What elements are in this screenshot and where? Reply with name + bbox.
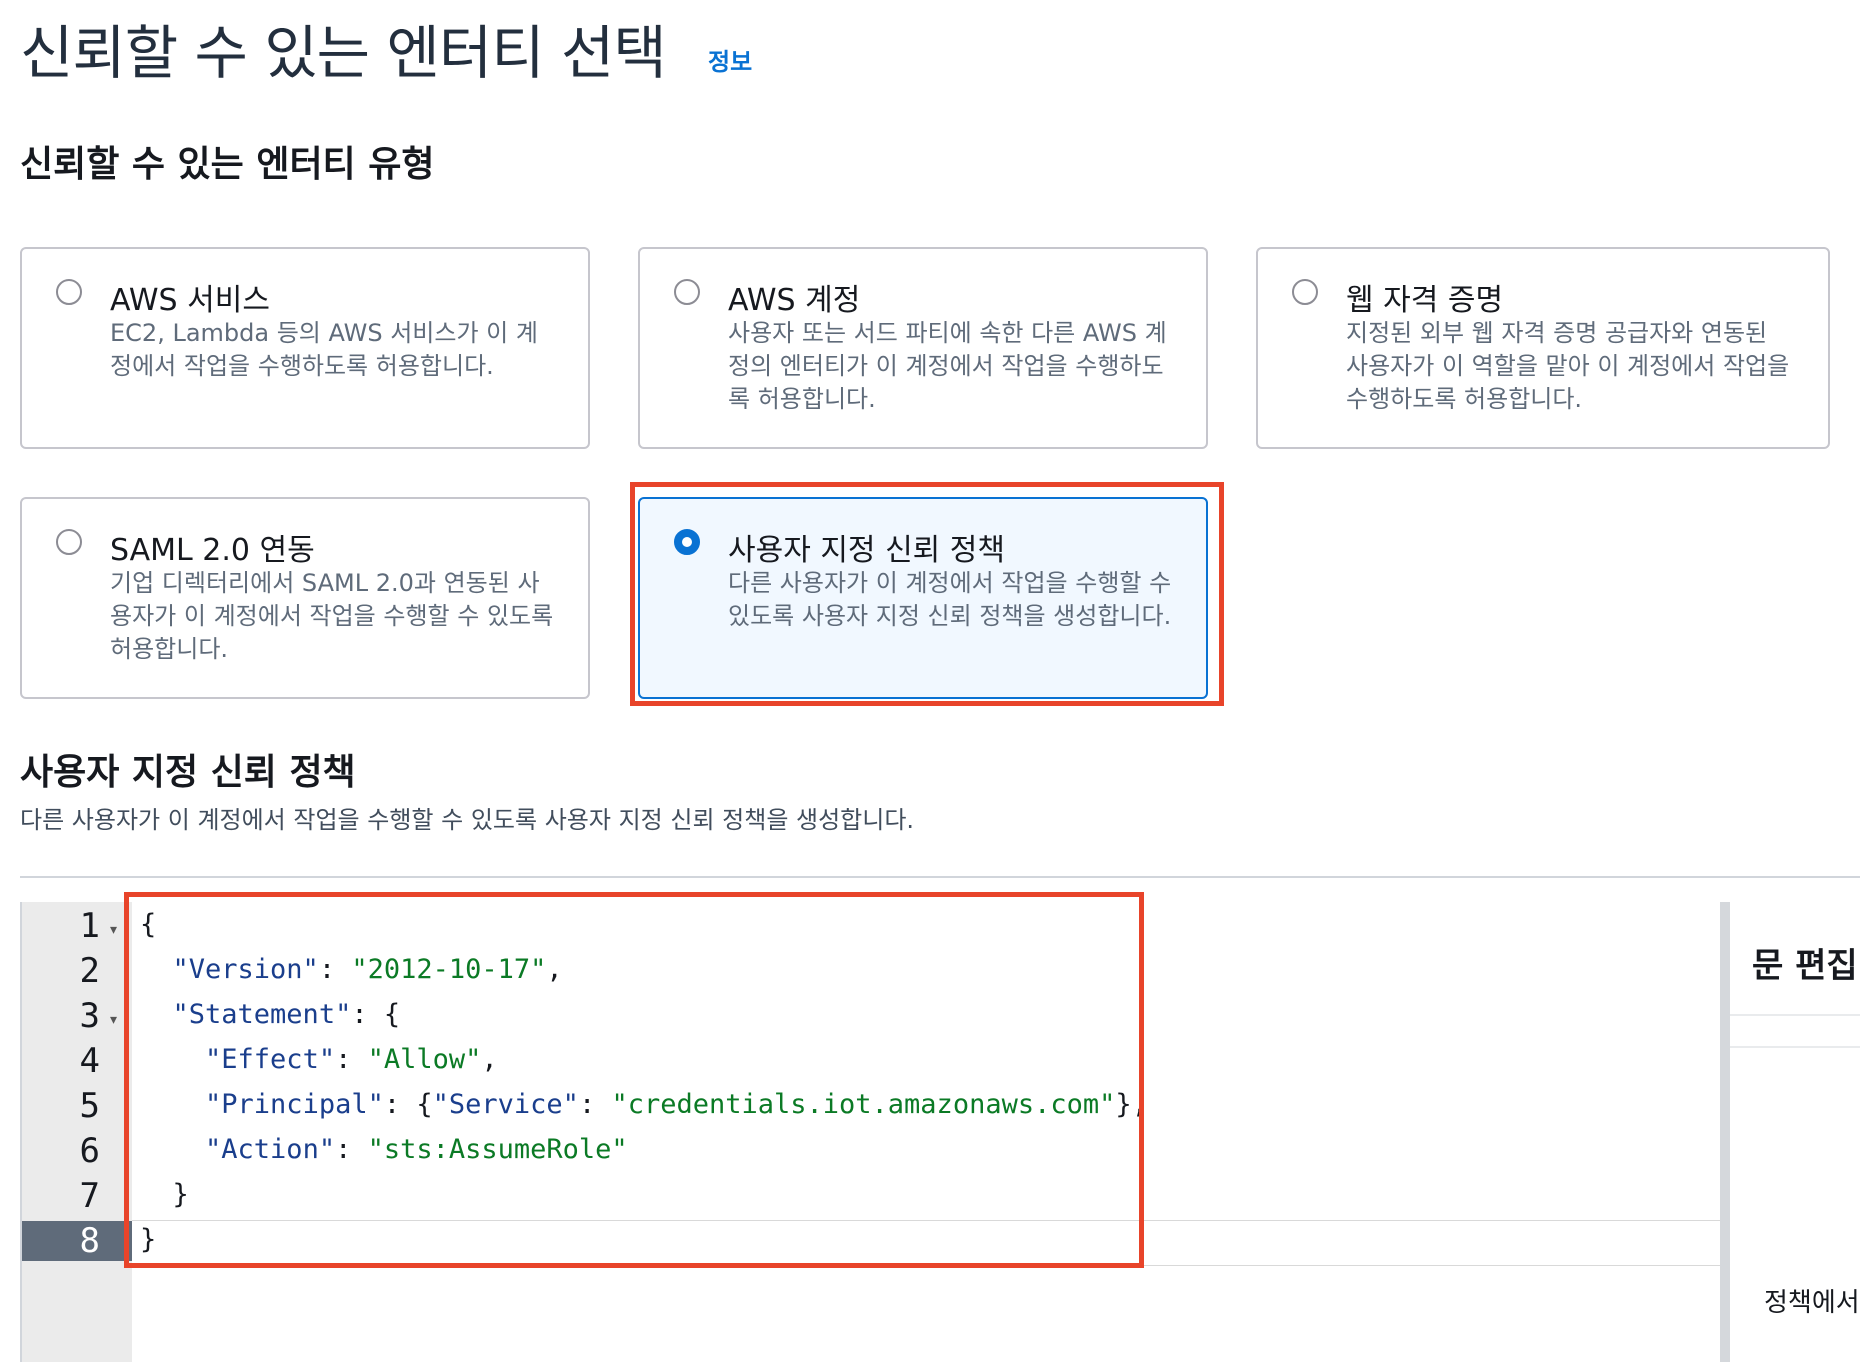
- radio-button[interactable]: [56, 279, 82, 305]
- option-description: 지정된 외부 웹 자격 증명 공급자와 연동된 사용자가 이 역할을 맡아 이 …: [1346, 319, 1790, 413]
- line-number-active: 8: [22, 1221, 132, 1261]
- line-number-gutter: 1 ▾ 2 3 ▾ 4 5 6 7 8: [22, 902, 132, 1362]
- option-custom-trust-policy[interactable]: 사용자 지정 신뢰 정책 다른 사용자가 이 계정에서 작업을 수행할 수 있도…: [638, 497, 1208, 699]
- policy-code-editor[interactable]: 1 ▾ 2 3 ▾ 4 5 6 7 8 { "Version": "2012-1…: [20, 902, 1722, 1362]
- code-line[interactable]: "Action": "sts:AssumeRole": [140, 1134, 628, 1165]
- line-number: 6: [79, 1131, 100, 1171]
- option-label: 사용자 지정 신뢰 정책: [728, 533, 1006, 568]
- divider: [20, 876, 1860, 878]
- code-line[interactable]: "Principal": {"Service": "credentials.io…: [140, 1089, 1148, 1120]
- line-number: 7: [79, 1176, 100, 1216]
- code-line[interactable]: "Statement": {: [140, 999, 401, 1030]
- custom-policy-description: 다른 사용자가 이 계정에서 작업을 수행할 수 있도록 사용자 지정 신뢰 정…: [20, 806, 915, 834]
- line-number: 1: [79, 906, 100, 946]
- divider: [1730, 1046, 1860, 1048]
- code-line[interactable]: "Version": "2012-10-17",: [140, 954, 563, 985]
- code-line[interactable]: "Effect": "Allow",: [140, 1044, 498, 1075]
- radio-button[interactable]: [1292, 279, 1318, 305]
- radio-button-selected[interactable]: [674, 529, 700, 555]
- custom-policy-heading: 사용자 지정 신뢰 정책: [20, 752, 356, 793]
- line-number: 3: [79, 996, 100, 1036]
- option-description: 다른 사용자가 이 계정에서 작업을 수행할 수 있도록 사용자 지정 신뢰 정…: [728, 569, 1172, 630]
- option-label: 웹 자격 증명: [1346, 283, 1504, 318]
- radio-button[interactable]: [674, 279, 700, 305]
- option-label: SAML 2.0 연동: [110, 533, 315, 568]
- option-saml-federation[interactable]: SAML 2.0 연동 기업 디렉터리에서 SAML 2.0과 연동된 사용자가…: [20, 497, 590, 699]
- page-title: 신뢰할 수 있는 엔터티 선택: [20, 19, 667, 87]
- option-label: AWS 서비스: [110, 283, 270, 318]
- option-aws-account[interactable]: AWS 계정 사용자 또는 서드 파티에 속한 다른 AWS 계정의 엔터티가 …: [638, 247, 1208, 449]
- code-line[interactable]: }: [140, 1224, 156, 1255]
- side-panel-note: 정책에서: [1764, 1288, 1860, 1318]
- radio-button[interactable]: [56, 529, 82, 555]
- option-web-identity[interactable]: 웹 자격 증명 지정된 외부 웹 자격 증명 공급자와 연동된 사용자가 이 역…: [1256, 247, 1830, 449]
- code-line[interactable]: {: [140, 909, 156, 940]
- fold-arrow-icon[interactable]: ▾: [110, 1012, 117, 1028]
- option-label: AWS 계정: [728, 283, 861, 318]
- fold-arrow-icon[interactable]: ▾: [110, 922, 117, 938]
- option-description: EC2, Lambda 등의 AWS 서비스가 이 계정에서 작업을 수행하도록…: [110, 319, 538, 380]
- info-link[interactable]: 정보: [708, 42, 752, 77]
- option-aws-service[interactable]: AWS 서비스 EC2, Lambda 등의 AWS 서비스가 이 계정에서 작…: [20, 247, 590, 449]
- divider: [1730, 1014, 1860, 1016]
- option-description: 사용자 또는 서드 파티에 속한 다른 AWS 계정의 엔터티가 이 계정에서 …: [728, 319, 1167, 413]
- option-description: 기업 디렉터리에서 SAML 2.0과 연동된 사용자가 이 계정에서 작업을 …: [110, 569, 554, 663]
- side-panel-heading: 문 편집: [1752, 946, 1858, 986]
- line-number: 4: [79, 1041, 100, 1081]
- entity-type-heading: 신뢰할 수 있는 엔터티 유형: [20, 144, 435, 185]
- active-line-highlight: [132, 1220, 1722, 1266]
- statement-editor-panel: 문 편집 정책에서: [1720, 902, 1860, 1362]
- line-number: 2: [79, 951, 100, 991]
- line-number: 5: [79, 1086, 100, 1126]
- code-line[interactable]: }: [140, 1179, 189, 1210]
